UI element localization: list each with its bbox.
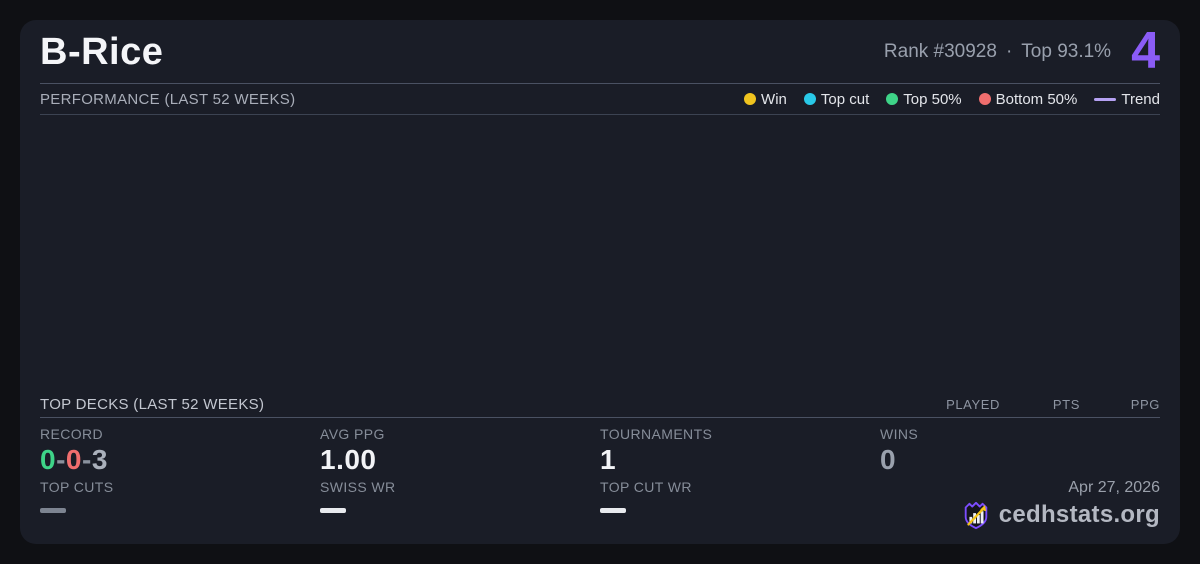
site-name: cedhstats.org: [998, 501, 1160, 528]
trend-line-icon: [1094, 97, 1117, 101]
empty-value-dash: [320, 508, 346, 513]
legend-label: Bottom 50%: [995, 90, 1078, 108]
bottom-50-dot-icon: [978, 93, 991, 105]
top-decks-heading: TOP DECKS (LAST 52 WEEKS): [40, 395, 265, 413]
empty-value-dash: [600, 508, 626, 513]
player-name: B-Rice: [40, 30, 164, 73]
empty-value-dash: [40, 508, 66, 513]
top-decks-header-row: TOP DECKS (LAST 52 WEEKS) PLAYED PTS PPG: [40, 392, 1160, 418]
stat-top-cuts: TOP CUTS: [40, 479, 320, 530]
top-percent-text: Top 93.1%: [1021, 40, 1112, 62]
site-brand[interactable]: cedhstats.org: [961, 500, 1160, 530]
legend-label: Trend: [1121, 90, 1160, 108]
column-header-ppg: PPG: [1130, 396, 1160, 412]
stat-label: RECORD: [40, 425, 104, 442]
top-cut-dot-icon: [803, 93, 816, 105]
points-badge: 4: [1131, 21, 1160, 80]
column-header-played: PLAYED: [946, 396, 1000, 412]
stat-tournaments: TOURNAMENTS 1: [600, 426, 880, 474]
stat-avg-ppg: AVG PPG 1.00: [320, 426, 600, 474]
record-sep: -: [81, 443, 92, 475]
avg-ppg-value: 1.00: [320, 443, 377, 475]
legend-item-bottom-50: Bottom 50%: [978, 90, 1078, 108]
column-header-pts: PTS: [1052, 396, 1080, 412]
performance-heading: PERFORMANCE (LAST 52 WEEKS): [40, 90, 296, 108]
record-draws: 3: [91, 443, 108, 475]
stat-label: TOP CUTS: [40, 479, 114, 495]
stat-wins: WINS 0: [880, 426, 1160, 474]
rank-text: Rank #30928: [883, 40, 997, 62]
record-wins: 0: [40, 443, 57, 475]
legend-item-win: Win: [744, 91, 787, 108]
legend-label: Top cut: [820, 90, 870, 108]
branding: Apr 27, 2026 cedhstats.org: [880, 479, 1160, 530]
report-date: Apr 27, 2026: [1068, 479, 1160, 496]
stat-label: SWISS WR: [320, 479, 396, 495]
record-losses: 0: [65, 443, 82, 475]
legend-label: Win: [761, 90, 787, 108]
stat-record: RECORD 0-0-3: [40, 426, 320, 474]
legend-item-top-50: Top 50%: [886, 90, 962, 108]
chart-legend: Win Top cut Top 50% Bottom 50% Trend: [744, 91, 1160, 108]
record-sep: -: [56, 443, 66, 475]
dot-separator: ·: [1005, 40, 1013, 62]
legend-label: Top 50%: [903, 90, 962, 108]
stat-label: AVG PPG: [320, 425, 385, 442]
shield-chart-arrow-icon: [961, 500, 991, 530]
performance-header-row: PERFORMANCE (LAST 52 WEEKS) Win Top cut …: [40, 84, 1160, 115]
stats-grid: RECORD 0-0-3 AVG PPG 1.00 TOURNAMENTS 1 …: [40, 418, 1160, 544]
record-value: 0-0-3: [40, 443, 108, 475]
stat-label: WINS: [880, 425, 919, 442]
win-dot-icon: [744, 93, 757, 105]
performance-chart: [40, 115, 1160, 392]
top-decks-columns: PLAYED PTS PPG: [920, 397, 1160, 412]
player-stats-card: B-Rice Rank #30928 · Top 93.1% 4 PERFORM…: [20, 20, 1180, 544]
wins-value: 0: [880, 443, 897, 475]
legend-item-top-cut: Top cut: [803, 90, 870, 108]
rank-summary: Rank #30928 · Top 93.1%: [884, 41, 1111, 63]
stat-top-cut-wr: TOP CUT WR: [600, 479, 880, 530]
legend-item-trend: Trend: [1094, 91, 1160, 108]
card-header: B-Rice Rank #30928 · Top 93.1% 4: [40, 20, 1160, 84]
stat-label: TOURNAMENTS: [600, 425, 713, 442]
tournaments-value: 1: [600, 443, 617, 475]
top-50-dot-icon: [886, 93, 899, 105]
stat-swiss-wr: SWISS WR: [320, 479, 600, 530]
stat-label: TOP CUT WR: [600, 479, 692, 495]
